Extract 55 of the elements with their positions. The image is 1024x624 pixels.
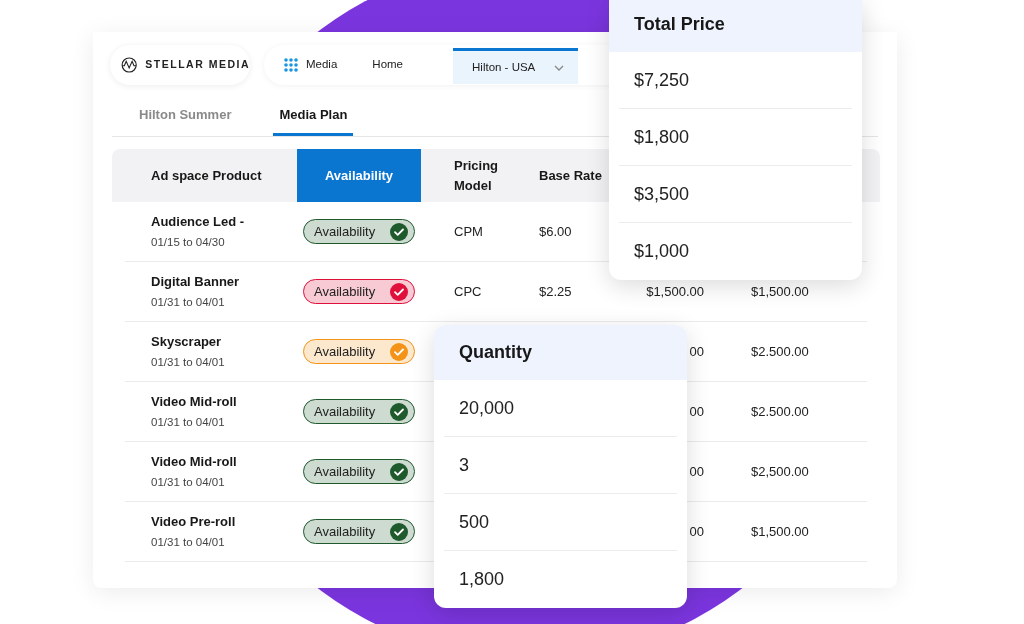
nav-tab[interactable]: Hilton - USA	[453, 48, 578, 84]
product-name: Skyscraper	[151, 333, 223, 352]
date-range: 01/31 to 04/01	[151, 354, 226, 370]
table-cell-text: $2.25	[539, 282, 572, 301]
column-header: Base Rate	[538, 166, 603, 185]
chevron-down-icon	[554, 64, 564, 71]
availability-badge[interactable]: Availability	[303, 519, 415, 544]
card-value: 1,800	[459, 568, 505, 591]
card-value: $7,250	[634, 68, 690, 92]
product-name: Video Pre-roll	[151, 513, 237, 532]
date-range: 01/31 to 04/01	[151, 534, 226, 550]
table-cell-text: CPM	[454, 222, 483, 241]
table-cell-text: $2,500.00	[751, 462, 809, 481]
product-name: Video Mid-roll	[151, 393, 238, 412]
date-range: 01/15 to 04/30	[151, 234, 226, 250]
card-value: 500	[459, 510, 490, 534]
tab[interactable]: Media Plan	[273, 96, 354, 136]
table-cell-text: $2.500.00	[751, 342, 809, 361]
availability-badge[interactable]: Availability	[303, 339, 415, 364]
app-launcher[interactable]: Media	[284, 56, 338, 74]
table-cell-text: 00	[689, 522, 704, 541]
date-range: 01/31 to 04/01	[151, 474, 226, 490]
table-cell-text: $6.00	[539, 222, 572, 241]
column-header: Pricing Model	[453, 157, 500, 195]
table-cell-text: $2.500.00	[751, 402, 809, 421]
column-header: Ad space Product	[150, 166, 263, 185]
date-range: 01/31 to 04/01	[151, 294, 226, 310]
logo-pill[interactable]: STELLAR MEDIA	[110, 45, 250, 85]
card-value: $1,000	[634, 240, 690, 263]
table-cell-text: $1,500.00	[751, 522, 809, 541]
table-cell-text: CPC	[454, 282, 482, 301]
product-name: Digital Banner	[151, 273, 241, 292]
product-name: Audience Led -	[151, 213, 246, 232]
table-cell-text: $1,500.00	[646, 282, 704, 301]
table-cell-text: 00	[689, 342, 704, 361]
logo-icon	[121, 54, 138, 76]
availability-badge[interactable]: Availability	[303, 219, 415, 244]
date-range: 01/31 to 04/01	[151, 414, 226, 430]
availability-badge[interactable]: Availability	[303, 459, 415, 484]
card-title: Quantity	[459, 341, 532, 364]
table-cell-text: $1,500.00	[751, 282, 809, 301]
grid-icon	[284, 58, 298, 72]
card-title: Total Price	[634, 13, 725, 36]
card-value: $1,800	[634, 125, 690, 149]
table-cell-text: 00	[689, 402, 704, 421]
card-value: 3	[459, 453, 469, 477]
nav-link[interactable]: Home	[372, 56, 403, 74]
table-cell-text: 00	[689, 462, 704, 481]
card-value: $3,500	[634, 182, 690, 206]
column-header: Availability	[297, 149, 421, 202]
product-name: Video Mid-roll	[151, 453, 238, 472]
logo-text: STELLAR MEDIA	[145, 57, 250, 73]
card-value: 20,000	[459, 396, 515, 420]
availability-badge[interactable]: Availability	[303, 279, 415, 304]
availability-badge[interactable]: Availability	[303, 399, 415, 424]
